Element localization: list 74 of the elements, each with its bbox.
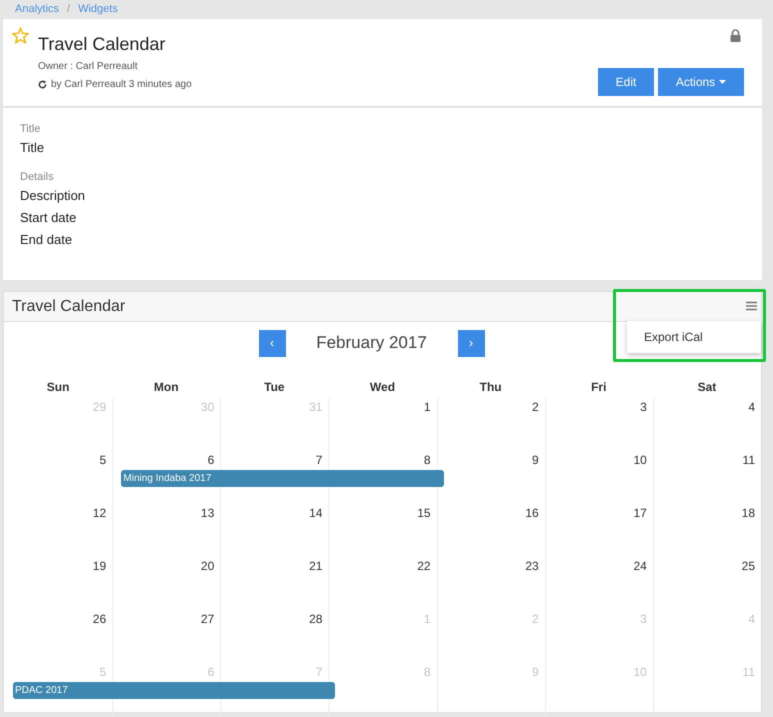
day-number: 16 xyxy=(525,505,540,522)
menu-item[interactable]: Export iCal xyxy=(627,325,761,349)
day-number: 1 xyxy=(424,611,432,628)
day-number: 2 xyxy=(532,611,540,628)
day-number: 27 xyxy=(200,611,216,628)
next-month-button[interactable]: › xyxy=(458,330,484,356)
weekday-header: Tue xyxy=(263,379,286,396)
field-value: End date xyxy=(20,231,74,249)
day-number: 21 xyxy=(309,558,324,575)
weekday-header: Fri xyxy=(590,379,608,396)
day-number: 12 xyxy=(92,505,108,522)
breadcrumb-separator: / xyxy=(67,2,70,18)
day-number: 20 xyxy=(200,558,216,575)
weekday-header: Mon xyxy=(152,379,180,396)
day-number: 23 xyxy=(525,558,540,575)
day-number: 24 xyxy=(633,558,648,575)
star-icon[interactable] xyxy=(12,27,29,44)
day-number: 15 xyxy=(417,505,432,522)
day-number: 26 xyxy=(92,611,108,628)
day-number: 7 xyxy=(316,452,324,469)
edit-button[interactable]: Edit xyxy=(598,68,654,96)
field-value: Start date xyxy=(20,209,78,227)
day-number: 6 xyxy=(208,664,216,681)
day-number: 30 xyxy=(200,399,216,416)
weekday-header: Wed xyxy=(368,379,396,396)
day-number: 1 xyxy=(424,399,432,416)
day-number: 8 xyxy=(424,664,432,681)
day-number: 5 xyxy=(99,664,108,681)
actions-button[interactable]: Actions xyxy=(658,68,744,96)
panel-title: Travel Calendar xyxy=(12,296,126,316)
day-number: 9 xyxy=(532,664,540,681)
day-number: 10 xyxy=(633,452,648,469)
owner-text: Owner : Carl Perreault xyxy=(38,60,138,74)
field-label: Details xyxy=(20,170,55,184)
updated-text: by Carl Perreault 3 minutes ago xyxy=(51,78,192,92)
day-number: 4 xyxy=(748,611,756,628)
day-number: 7 xyxy=(316,664,324,681)
refresh-icon xyxy=(38,80,47,89)
day-number: 19 xyxy=(92,558,108,575)
field-value: Description xyxy=(20,187,86,205)
breadcrumb-link[interactable]: Analytics xyxy=(15,1,60,18)
day-number: 5 xyxy=(99,452,108,469)
day-number: 29 xyxy=(92,399,108,416)
menu-icon[interactable] xyxy=(746,301,757,311)
weekday-header: Sun xyxy=(46,379,70,396)
field-value: Title xyxy=(20,139,46,157)
day-number: 11 xyxy=(742,452,756,469)
day-number: 22 xyxy=(417,558,432,575)
day-number: 14 xyxy=(309,505,324,522)
day-number: 17 xyxy=(633,505,648,522)
caret-icon xyxy=(719,80,726,84)
day-number: 8 xyxy=(424,452,432,469)
field-label: Title xyxy=(20,122,42,136)
day-number: 3 xyxy=(640,611,648,628)
weekday-header: Thu xyxy=(478,379,503,396)
day-number: 18 xyxy=(742,505,756,522)
event-bar[interactable]: PDAC 2017 xyxy=(13,682,336,699)
day-number: 6 xyxy=(208,452,216,469)
page-title: Travel Calendar xyxy=(38,33,166,56)
day-number: 25 xyxy=(742,558,756,575)
day-number: 2 xyxy=(532,399,540,416)
day-number: 28 xyxy=(309,611,324,628)
day-number: 3 xyxy=(640,399,648,416)
month-title: February 2017 xyxy=(315,332,428,354)
previous-month-button[interactable]: ‹ xyxy=(258,330,286,356)
day-number: 10 xyxy=(633,664,648,681)
breadcrumb-link[interactable]: Widgets xyxy=(78,1,118,18)
day-number: 31 xyxy=(309,399,324,416)
weekday-header: Sat xyxy=(696,379,718,396)
event-bar[interactable]: Mining Indaba 2017 xyxy=(121,470,444,487)
day-number: 4 xyxy=(748,399,756,416)
day-number: 9 xyxy=(532,452,540,469)
day-number: 11 xyxy=(742,664,756,681)
day-number: 13 xyxy=(200,505,216,522)
